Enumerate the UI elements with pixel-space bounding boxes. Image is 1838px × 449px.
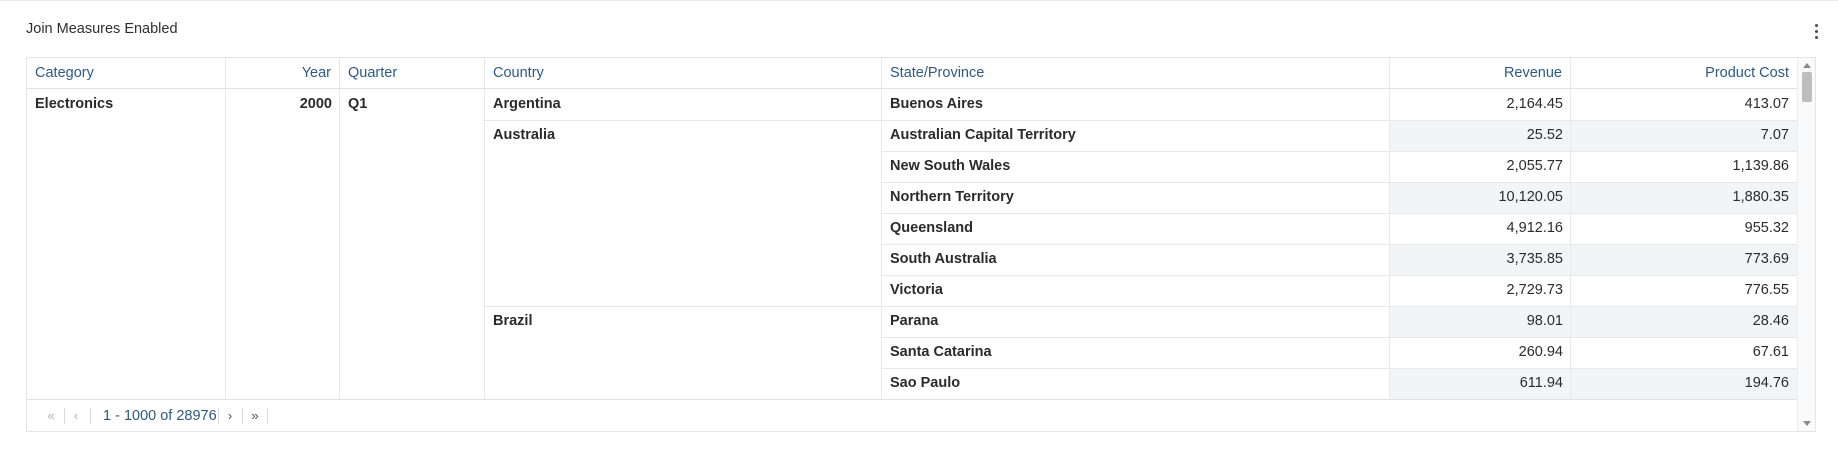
state-cell: Victoria (890, 282, 943, 298)
year-column (226, 89, 340, 399)
scroll-down-icon[interactable] (1803, 421, 1811, 426)
revenue-cell: 25.52 (1526, 127, 1563, 143)
quarter-column (340, 89, 485, 399)
table-header: Category Year Quarter Country State/Prov… (27, 58, 1797, 89)
state-cell: Buenos Aires (890, 96, 983, 112)
category-column (27, 89, 226, 399)
state-cell: Queensland (890, 220, 973, 236)
column-header-product-cost[interactable]: Product Cost (1571, 58, 1797, 88)
page-range-text: 1 - 1000 of 28976 (103, 408, 217, 424)
state-cell: New South Wales (890, 158, 1011, 174)
revenue-cell: 2,055.77 (1506, 158, 1563, 174)
year-cell: 2000 (299, 96, 332, 112)
revenue-cell: 611.94 (1519, 375, 1563, 391)
product-cost-cell: 28.46 (1752, 313, 1789, 329)
revenue-cell: 2,164.45 (1506, 96, 1563, 112)
column-header-revenue[interactable]: Revenue (1390, 58, 1571, 88)
product-cost-cell: 955.32 (1744, 220, 1789, 236)
column-header-category[interactable]: Category (27, 58, 226, 88)
product-cost-cell: 773.69 (1744, 251, 1789, 267)
next-page-icon[interactable]: › (223, 407, 237, 425)
column-header-country[interactable]: Country (485, 58, 882, 88)
revenue-cell: 4,912.16 (1506, 220, 1563, 236)
revenue-cell: 260.94 (1518, 344, 1563, 360)
state-cell: Parana (890, 313, 939, 329)
product-cost-cell: 67.61 (1752, 344, 1789, 360)
product-cost-cell: 1,139.86 (1732, 158, 1789, 174)
first-page-icon[interactable]: « (43, 407, 59, 425)
revenue-cell: 3,735.85 (1506, 251, 1563, 267)
state-cell: Sao Paulo (890, 375, 961, 391)
pivot-table: Category Year Quarter Country State/Prov… (26, 57, 1816, 432)
country-cell: Australia (493, 127, 556, 143)
revenue-cell: 10,120.05 (1498, 189, 1563, 205)
column-header-quarter[interactable]: Quarter (340, 58, 485, 88)
state-cell: Australian Capital Territory (890, 127, 1076, 143)
column-header-state[interactable]: State/Province (882, 58, 1390, 88)
country-cell: Argentina (493, 96, 561, 112)
revenue-cell: 98.01 (1526, 313, 1563, 329)
scroll-up-icon[interactable] (1803, 63, 1811, 68)
report-panel: Join Measures Enabled Category Year Quar… (0, 0, 1838, 449)
state-cell: Santa Catarina (890, 344, 992, 360)
vertical-scrollbar[interactable] (1797, 58, 1815, 431)
revenue-cell: 2,729.73 (1506, 282, 1563, 298)
state-cell: South Australia (890, 251, 997, 267)
kebab-menu-icon[interactable] (1810, 21, 1822, 41)
scroll-thumb[interactable] (1802, 72, 1812, 102)
country-cell: Brazil (493, 313, 533, 329)
state-cell: Northern Territory (890, 189, 1014, 205)
pagination-bar: « ‹ 1 - 1000 of 28976 › » (27, 399, 1797, 431)
product-cost-cell: 776.55 (1744, 282, 1789, 298)
prev-page-icon[interactable]: ‹ (69, 407, 83, 425)
product-cost-cell: 7.07 (1760, 127, 1789, 143)
product-cost-cell: 194.76 (1744, 375, 1789, 391)
product-cost-cell: 413.07 (1744, 96, 1789, 112)
quarter-cell: Q1 (348, 96, 368, 112)
last-page-icon[interactable]: » (247, 407, 263, 425)
category-cell: Electronics (35, 96, 114, 112)
panel-title: Join Measures Enabled (26, 21, 178, 37)
column-header-year[interactable]: Year (226, 58, 340, 88)
product-cost-cell: 1,880.35 (1732, 189, 1789, 205)
